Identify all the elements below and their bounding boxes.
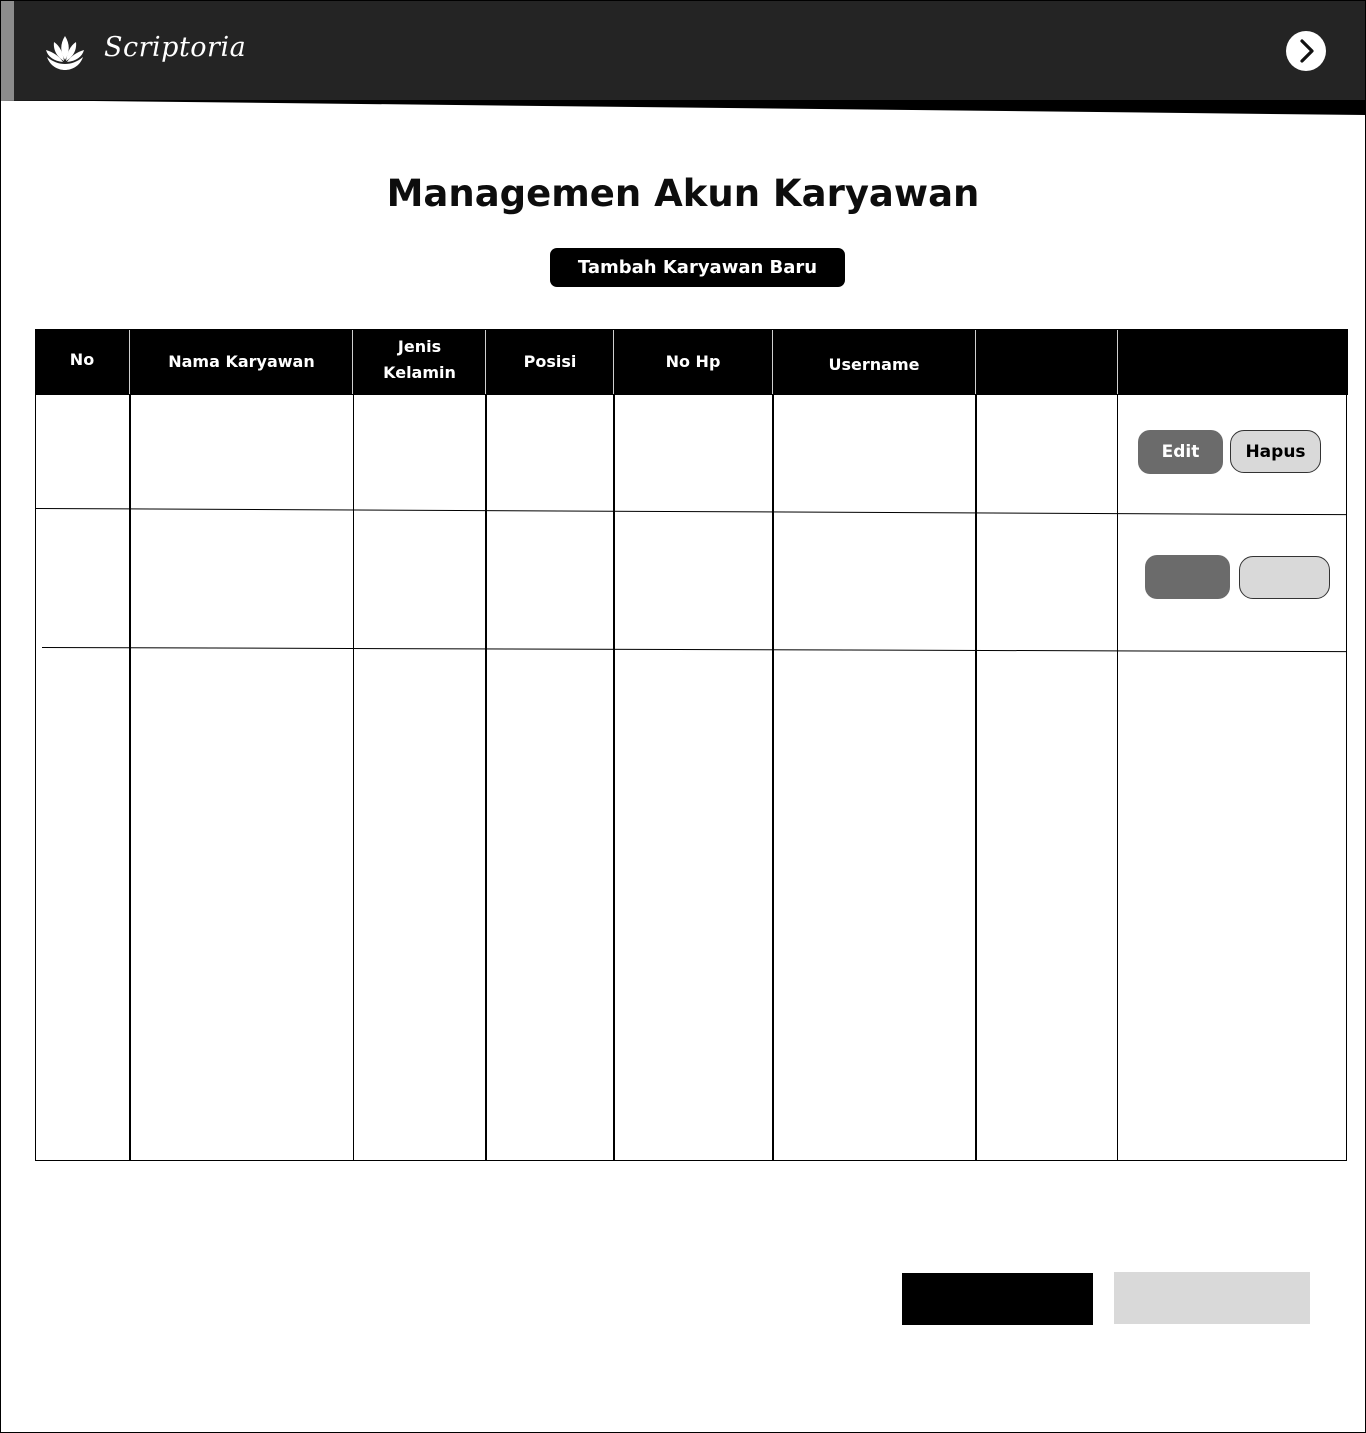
footer-primary-button[interactable] xyxy=(902,1273,1093,1325)
lotus-icon xyxy=(46,36,84,70)
header-divider xyxy=(485,330,486,394)
column-divider xyxy=(975,395,977,1161)
add-employee-button[interactable]: Tambah Karyawan Baru xyxy=(550,248,845,287)
edit-button[interactable] xyxy=(1145,555,1230,599)
header-divider xyxy=(1117,330,1118,394)
column-header-username: Username xyxy=(828,355,920,374)
next-button[interactable] xyxy=(1286,31,1326,71)
header-divider xyxy=(352,330,353,394)
footer-secondary-button[interactable] xyxy=(1114,1272,1310,1324)
column-header-extra xyxy=(976,329,1117,395)
column-header-no-hp: No Hp xyxy=(665,352,721,371)
column-header-no: No xyxy=(69,350,95,369)
column-divider xyxy=(772,395,774,1161)
navbar-bottom-wedge xyxy=(0,100,1366,115)
edit-button[interactable]: Edit xyxy=(1138,430,1223,474)
column-header-posisi: Posisi xyxy=(523,352,577,371)
brand-name: Scriptoria xyxy=(104,32,247,63)
chevron-right-icon xyxy=(1300,39,1314,63)
header-divider xyxy=(613,330,614,394)
header-divider xyxy=(129,330,130,394)
column-header-actions xyxy=(1118,329,1347,395)
column-header-jenis-kelamin: Jenis Kelamin xyxy=(383,337,456,382)
page-title: Managemen Akun Karyawan xyxy=(386,172,980,215)
delete-button[interactable] xyxy=(1239,556,1330,599)
delete-button[interactable]: Hapus xyxy=(1230,430,1321,473)
column-divider xyxy=(129,395,131,1161)
header-divider xyxy=(975,330,976,394)
column-header-nama: Nama Karyawan xyxy=(168,352,315,371)
navbar-edge-strip xyxy=(1,1,14,101)
header-divider xyxy=(772,330,773,394)
column-divider xyxy=(1117,395,1118,1161)
